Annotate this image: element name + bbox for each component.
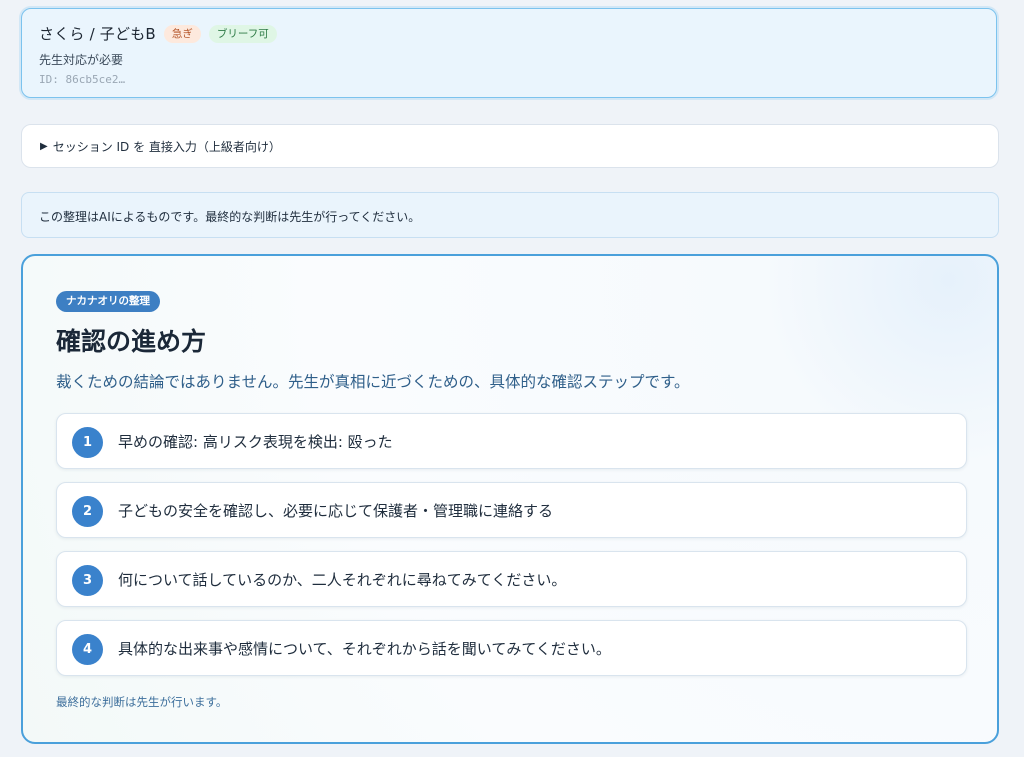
step-item: 2 子どもの安全を確認し、必要に応じて保護者・管理職に連絡する xyxy=(56,482,967,538)
footnote: 最終的な判断は先生が行います。 xyxy=(56,695,228,709)
direct-input-text: セッション ID を 直接入力（上級者向け） xyxy=(52,140,281,154)
brief-badge: ブリーフ可 xyxy=(208,24,277,43)
steps-list: 1 早めの確認: 高リスク表現を検出: 殴った 2 子どもの安全を確認し、必要に… xyxy=(56,413,967,689)
step-number: 2 xyxy=(72,496,103,527)
expand-arrow-icon: ▶ xyxy=(40,141,48,152)
step-text: 具体的な出来事や感情について、それぞれから話を聞いてみてください。 xyxy=(118,640,611,658)
session-card[interactable]: さくら / 子どもB 急ぎ ブリーフ可 先生対応が必要 ID: 86cb5ce2… xyxy=(21,8,997,98)
urgent-badge: 急ぎ xyxy=(163,24,201,43)
step-text: 何について話しているのか、二人それぞれに尋ねてみてください。 xyxy=(118,571,567,589)
session-title: さくら / 子どもB xyxy=(39,25,156,43)
step-text: 子どもの安全を確認し、必要に応じて保護者・管理職に連絡する xyxy=(118,502,554,520)
page-subtitle: 裁くための結論ではありません。先生が真相に近づくための、具体的な確認ステップです… xyxy=(56,373,690,391)
step-item: 1 早めの確認: 高リスク表現を検出: 殴った xyxy=(56,413,967,469)
confirmation-steps-card: ナカナオリの整理 確認の進め方 裁くための結論ではありません。先生が真相に近づく… xyxy=(21,254,999,744)
step-item: 4 具体的な出来事や感情について、それぞれから話を聞いてみてください。 xyxy=(56,620,967,676)
step-item: 3 何について話しているのか、二人それぞれに尋ねてみてください。 xyxy=(56,551,967,607)
ai-notice-text: この整理はAIによるものです。最終的な判断は先生が行ってください。 xyxy=(39,210,421,224)
step-number: 3 xyxy=(72,565,103,596)
step-text: 早めの確認: 高リスク表現を検出: 殴った xyxy=(118,433,393,451)
session-subtitle: 先生対応が必要 xyxy=(39,53,124,67)
ai-notice: この整理はAIによるものです。最終的な判断は先生が行ってください。 xyxy=(21,192,999,238)
session-title-row: さくら / 子どもB 急ぎ ブリーフ可 xyxy=(39,23,277,44)
section-pill: ナカナオリの整理 xyxy=(56,291,160,312)
page-title: 確認の進め方 xyxy=(56,327,207,356)
session-id: ID: 86cb5ce2… xyxy=(39,73,126,86)
step-number: 4 xyxy=(72,634,103,665)
step-number: 1 xyxy=(72,427,103,458)
direct-session-id-toggle[interactable]: ▶ セッション ID を 直接入力（上級者向け） xyxy=(21,124,999,168)
direct-input-label: ▶ セッション ID を 直接入力（上級者向け） xyxy=(40,138,281,155)
